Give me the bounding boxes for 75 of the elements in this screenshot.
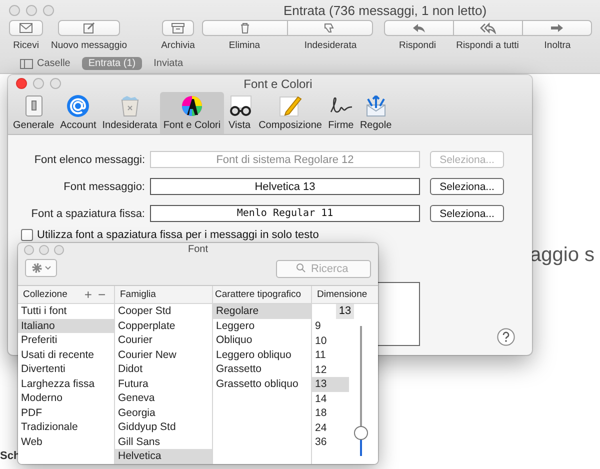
column-header: Dimensione — [317, 289, 368, 300]
list-item[interactable]: 10 — [312, 334, 349, 348]
list-item[interactable]: Tradizionale — [18, 420, 114, 434]
preference-tab[interactable]: Vista — [224, 92, 256, 134]
list-item[interactable]: Didot — [115, 362, 212, 376]
preference-tab[interactable]: Firme — [324, 92, 357, 134]
list-item[interactable]: Moderno — [18, 391, 114, 406]
list-item[interactable]: Regolare — [213, 304, 311, 318]
list-item[interactable]: Courier — [115, 333, 212, 348]
list-item[interactable]: Helvetica — [115, 449, 212, 464]
toolbar-button-label: Rispondi — [398, 40, 437, 51]
toolbar-button-label: Indesiderata — [303, 40, 358, 51]
list-item[interactable]: Usati di recente — [18, 348, 114, 362]
column-header: Carattere tipografico — [215, 289, 302, 300]
list-item[interactable]: 9 — [312, 319, 349, 334]
panel-title: Font — [188, 244, 208, 255]
list-item[interactable]: Leggero obliquo — [213, 348, 311, 362]
preference-tab[interactable]: Indesiderata — [99, 92, 160, 134]
window-title: Entrata (736 messaggi, 1 non letto) — [283, 2, 487, 18]
add-button[interactable]: + — [83, 288, 93, 301]
list-item[interactable]: Gill Sans — [115, 434, 212, 449]
list-item[interactable]: Cooper Std — [115, 304, 212, 318]
select-button[interactable]: Seleziona... — [430, 205, 504, 222]
mailbox-tab[interactable]: Inviata — [148, 57, 190, 70]
list-item[interactable]: Obliquo — [213, 333, 311, 348]
list-item[interactable]: Divertenti — [18, 362, 114, 376]
list-item[interactable]: 24 — [312, 420, 349, 435]
list-item[interactable]: Courier New — [115, 348, 212, 362]
list-item[interactable]: Tutti i font — [18, 304, 114, 318]
font-field: Font di sistema Regolare 12 — [150, 151, 420, 168]
field-label: Font a spaziatura fissa: — [30, 208, 145, 220]
field-label: Font messaggio: — [62, 180, 145, 192]
select-button[interactable]: Seleziona... — [430, 178, 504, 195]
list-item[interactable]: Web — [18, 434, 114, 449]
preference-tab[interactable]: Generale — [10, 92, 58, 134]
toolbar-button-label: Ricevi — [12, 40, 40, 51]
toolbar-button-label: Archivia — [160, 40, 196, 51]
sidebar-toggle[interactable]: Caselle — [14, 57, 76, 70]
preference-tab[interactable]: Composizione — [256, 92, 325, 134]
list-item[interactable]: 18 — [312, 406, 349, 420]
list-item[interactable]: 14 — [312, 392, 349, 406]
list-item[interactable]: Leggero — [213, 318, 311, 333]
column-header: Collezione — [23, 289, 68, 300]
preference-tab[interactable]: Regole — [356, 92, 395, 134]
list-item[interactable]: 11 — [312, 348, 349, 362]
list-item[interactable]: Georgia — [115, 406, 212, 420]
list-item[interactable]: 12 — [312, 362, 349, 377]
list-item[interactable]: Copperplate — [115, 318, 212, 333]
list-item[interactable]: 36 — [312, 435, 349, 450]
toolbar-button-label: Rispondi a tutti — [455, 40, 520, 51]
list-item[interactable]: Grassetto — [213, 362, 311, 376]
remove-button[interactable]: − — [96, 288, 107, 301]
list-item[interactable]: Preferiti — [18, 333, 114, 348]
toolbar-button-label: Elimina — [228, 40, 262, 51]
size-field[interactable]: 13 — [336, 304, 354, 319]
window-title: Font e Colori — [244, 76, 312, 90]
list-item[interactable]: Larghezza fissa — [18, 376, 114, 391]
font-field: Menlo Regular 11 — [150, 205, 420, 222]
message-text: aggio s — [530, 244, 594, 267]
field-label: Font elenco messaggi: — [33, 154, 145, 166]
list-item[interactable]: 13 — [312, 377, 349, 392]
search-field[interactable]: Ricerca — [276, 260, 371, 278]
list-item[interactable]: Geneva — [115, 391, 212, 406]
list-item[interactable]: Giddyup Std — [115, 420, 212, 434]
list-item[interactable]: PDF — [18, 406, 114, 420]
list-item[interactable]: Grassetto obliquo — [213, 376, 311, 391]
toolbar-button-label: Nuovo messaggio — [50, 40, 128, 51]
list-item[interactable]: Futura — [115, 376, 212, 391]
preference-tab[interactable]: Account — [57, 92, 100, 134]
list-item[interactable]: Italiano — [18, 318, 114, 333]
preference-tab[interactable]: Font e Colori — [160, 92, 224, 134]
column-header: Famiglia — [120, 289, 156, 300]
checkbox-label: Utilizza font a spaziatura fissa per i messaggi in solo testo — [37, 229, 319, 241]
font-field: Helvetica 13 — [150, 178, 420, 195]
toolbar-button-label: Inoltra — [543, 40, 572, 51]
